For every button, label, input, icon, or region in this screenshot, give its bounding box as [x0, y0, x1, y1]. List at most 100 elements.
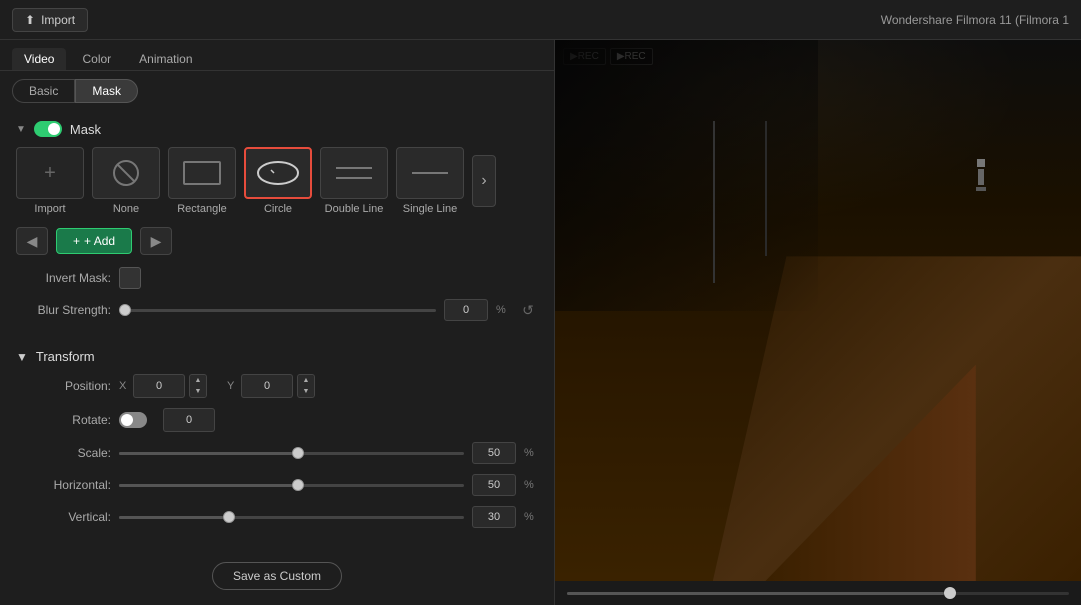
mask-thumb-rectangle	[168, 147, 236, 199]
horizontal-row: Horizontal: %	[16, 474, 538, 496]
position-y-up-button[interactable]: ▲	[298, 375, 314, 386]
mask-item-single-line[interactable]: Single Line	[396, 147, 464, 215]
mask-label-import: Import	[34, 203, 65, 215]
scale-input[interactable]	[472, 442, 516, 464]
add-label: + Add	[84, 234, 115, 248]
mask-item-none[interactable]: None	[92, 147, 160, 215]
save-row: Save as Custom	[0, 546, 554, 605]
tab-color[interactable]: Color	[70, 48, 123, 70]
mask-label-double-line: Double Line	[325, 203, 384, 215]
vertical-track[interactable]	[119, 516, 464, 519]
left-panel: Video Color Animation Basic Mask ▼ Mask …	[0, 40, 555, 605]
mask-thumb-import: +	[16, 147, 84, 199]
blur-strength-reset-button[interactable]: ↺	[518, 300, 538, 320]
position-y-group: Y ▲ ▼	[227, 374, 315, 398]
mask-options-row: + Import None	[16, 147, 538, 215]
mask-item-import[interactable]: + Import	[16, 147, 84, 215]
blur-strength-track[interactable]	[119, 309, 436, 312]
scale-unit: %	[524, 447, 538, 459]
blur-strength-input[interactable]	[444, 299, 488, 321]
next-button[interactable]: ▶	[140, 227, 172, 255]
import-button[interactable]: ⬆ Import	[12, 8, 88, 32]
horizontal-track[interactable]	[119, 484, 464, 487]
blur-strength-thumb[interactable]	[119, 304, 131, 316]
horizontal-unit: %	[524, 479, 538, 491]
mask-collapse-arrow: ▼	[16, 124, 26, 135]
ellipse-icon	[253, 156, 303, 190]
transform-collapse-arrow: ▼	[16, 350, 28, 364]
rotate-toggle[interactable]	[119, 412, 147, 428]
skate-scene: ▶REC ▶REC	[555, 40, 1081, 581]
position-row: Position: X ▲ ▼ Y ▲ ▼	[16, 374, 538, 398]
prev-button[interactable]: ◀	[16, 227, 48, 255]
mask-toggle[interactable]	[34, 121, 62, 137]
right-panel: ▶REC ▶REC	[555, 40, 1081, 605]
mask-thumb-circle	[244, 147, 312, 199]
position-x-down-button[interactable]: ▼	[190, 386, 206, 397]
next-icon: ▶	[151, 233, 162, 250]
add-button[interactable]: + + Add	[56, 228, 132, 254]
tab-animation[interactable]: Animation	[127, 48, 204, 70]
blur-strength-row: Blur Strength: % ↺	[16, 299, 538, 321]
y-axis-label: Y	[227, 380, 237, 392]
position-x-input[interactable]	[133, 374, 185, 398]
tab-video[interactable]: Video	[12, 48, 66, 70]
chevron-right-icon: ›	[481, 172, 486, 190]
app-title: Wondershare Filmora 11 (Filmora 1	[881, 13, 1069, 27]
invert-mask-row: Invert Mask:	[16, 267, 538, 289]
scale-thumb[interactable]	[292, 447, 304, 459]
mask-label-rectangle: Rectangle	[177, 203, 227, 215]
mask-item-double-line[interactable]: Double Line	[320, 147, 388, 215]
timeline-thumb[interactable]	[944, 587, 956, 599]
vertical-fill	[119, 516, 223, 519]
mask-item-circle[interactable]: Circle	[244, 147, 312, 215]
double-line-icon	[332, 158, 376, 188]
plus-icon: +	[44, 162, 56, 185]
add-icon: +	[73, 234, 80, 248]
more-masks-button[interactable]: ›	[472, 155, 496, 207]
rectangle-icon	[180, 158, 224, 188]
position-y-down-button[interactable]: ▼	[298, 386, 314, 397]
position-x-up-button[interactable]: ▲	[190, 375, 206, 386]
skater-body	[978, 169, 984, 185]
scale-track[interactable]	[119, 452, 464, 455]
timeline-progress	[567, 592, 944, 595]
horizontal-input[interactable]	[472, 474, 516, 496]
rotate-label: Rotate:	[16, 413, 111, 427]
horizontal-thumb[interactable]	[292, 479, 304, 491]
vertical-input[interactable]	[472, 506, 516, 528]
sub-tab-basic[interactable]: Basic	[12, 79, 75, 103]
scale-row: Scale: %	[16, 442, 538, 464]
mask-item-rectangle[interactable]: Rectangle	[168, 147, 236, 215]
sub-tab-mask[interactable]: Mask	[75, 79, 138, 103]
timeline-track[interactable]	[567, 592, 1069, 595]
rotate-input[interactable]	[163, 408, 215, 432]
top-bar: ⬆ Import Wondershare Filmora 11 (Filmora…	[0, 0, 1081, 40]
position-y-input[interactable]	[241, 374, 293, 398]
transform-section-header[interactable]: ▼ Transform	[16, 349, 538, 364]
main-content: Video Color Animation Basic Mask ▼ Mask …	[0, 40, 1081, 605]
vertical-slider-container	[119, 516, 464, 519]
x-axis-label: X	[119, 380, 129, 392]
mask-thumb-single-line	[396, 147, 464, 199]
vertical-thumb[interactable]	[223, 511, 235, 523]
mask-section-header[interactable]: ▼ Mask	[16, 121, 538, 137]
position-x-group: X ▲ ▼	[119, 374, 207, 398]
skater-figure	[976, 159, 986, 191]
mask-label-circle: Circle	[264, 203, 292, 215]
slash-circle-icon	[111, 158, 141, 188]
blur-strength-unit: %	[496, 304, 510, 316]
transform-section-title: Transform	[36, 349, 95, 364]
invert-mask-label: Invert Mask:	[16, 271, 111, 285]
mask-thumb-none	[92, 147, 160, 199]
scale-slider-container	[119, 452, 464, 455]
save-custom-button[interactable]: Save as Custom	[212, 562, 342, 590]
playback-bar	[555, 581, 1081, 605]
horizontal-fill	[119, 484, 292, 487]
mask-label-single-line: Single Line	[403, 203, 457, 215]
scale-fill	[119, 452, 292, 455]
prev-icon: ◀	[27, 233, 38, 250]
transform-section: ▼ Transform Position: X ▲ ▼ Y	[0, 341, 554, 546]
invert-mask-checkbox[interactable]	[119, 267, 141, 289]
mask-label-none: None	[113, 203, 139, 215]
